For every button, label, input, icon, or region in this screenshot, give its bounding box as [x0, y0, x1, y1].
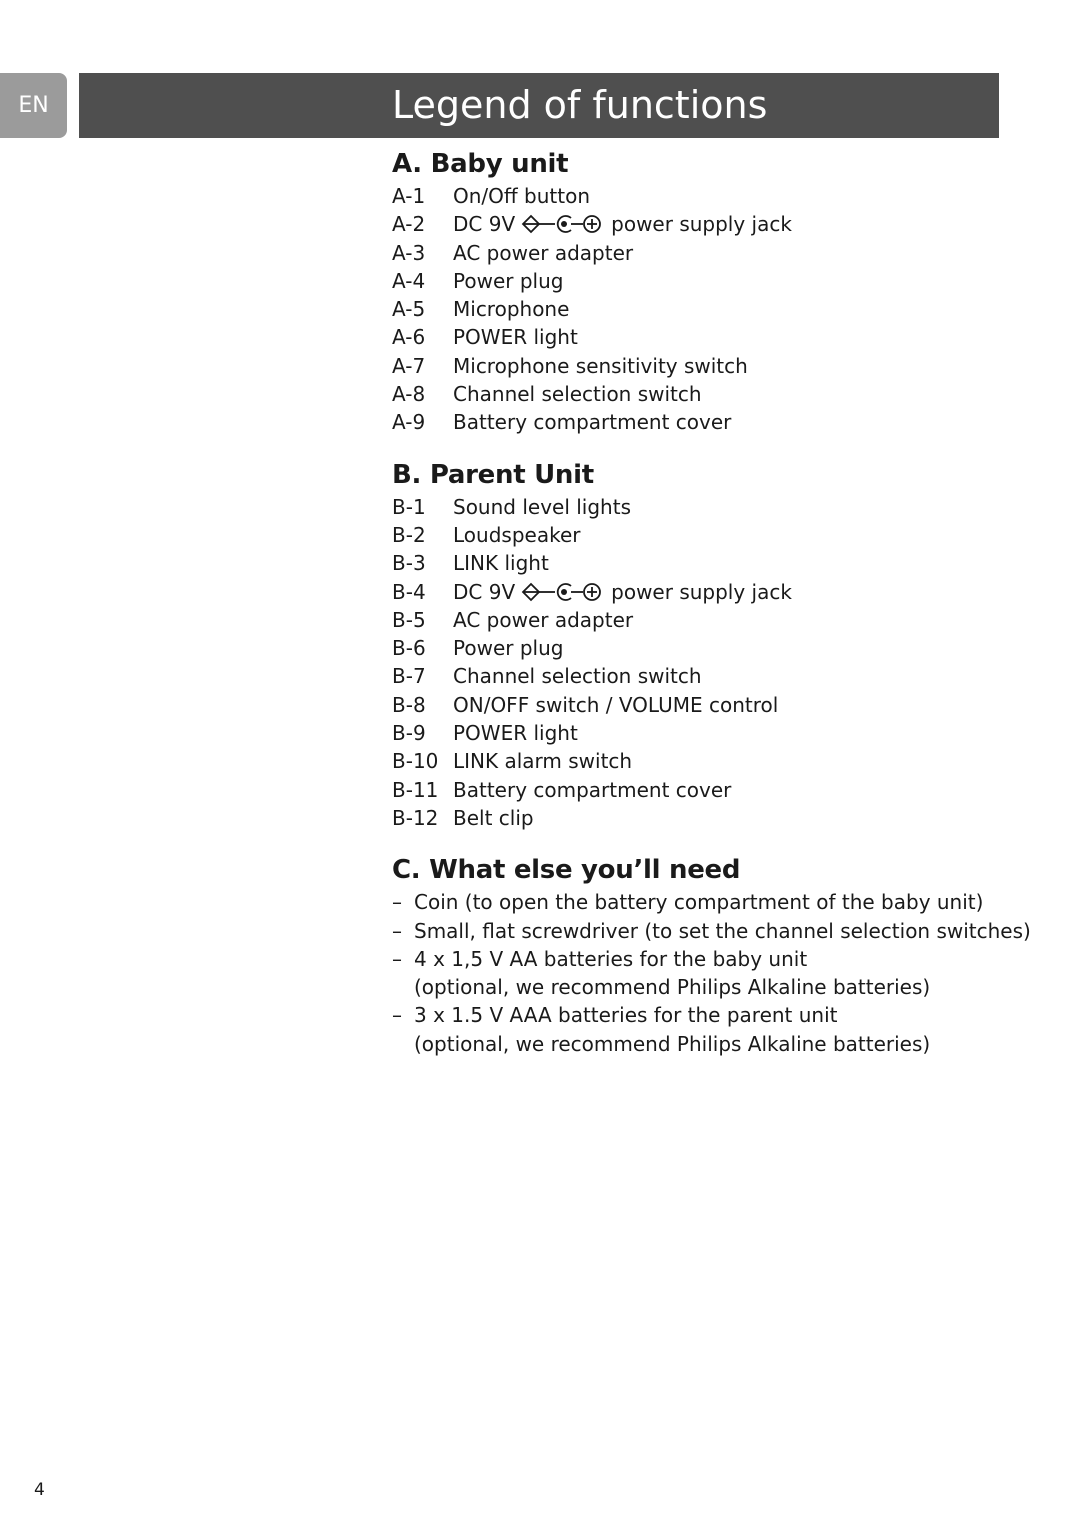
item-code: B-2 — [392, 522, 426, 547]
item-label-suffix: power supply jack — [611, 579, 792, 604]
legend-item: A-4 Power plug — [392, 267, 1032, 295]
item-code: B-9 — [392, 721, 426, 746]
legend-item: A-3 AC power adapter — [392, 239, 1032, 267]
item-label: ON/OFF switch / VOLUME control — [453, 692, 779, 717]
requirement-note: (optional, we recommend Philips Alkaline… — [414, 1031, 931, 1056]
item-code: A-1 — [392, 184, 426, 208]
item-code: A-9 — [392, 410, 426, 435]
item-code: A-8 — [392, 382, 426, 407]
item-code: B-7 — [392, 664, 426, 689]
legend-item: B-2 Loudspeaker — [392, 521, 1032, 549]
legend-item: B-5 AC power adapter — [392, 606, 1032, 634]
dc-polarity-symbol-icon — [521, 215, 602, 234]
legend-item: A-6 POWER light — [392, 323, 1032, 351]
item-code: B-3 — [392, 551, 426, 576]
dc-polarity-symbol-icon — [521, 582, 602, 601]
requirement-item: – Small, flat screwdriver (to set the cha… — [392, 917, 1032, 945]
language-tab: EN — [0, 73, 67, 138]
item-label: Power plug — [453, 268, 564, 293]
legend-item: B-4 DC 9V power supply jack — [392, 578, 1032, 606]
legend-item: B-1 Sound level lights — [392, 493, 1032, 521]
requirement-item: –3 x 1.5 V AAA batteries for the parent … — [392, 1001, 1032, 1029]
legend-item: B-12 Belt clip — [392, 804, 1032, 832]
item-code: A-3 — [392, 240, 426, 265]
legend-item: B-9 POWER light — [392, 719, 1032, 747]
item-label: POWER light — [453, 325, 578, 350]
item-label: AC power adapter — [453, 240, 634, 265]
item-code: B-11 — [392, 777, 439, 802]
bullet-dash: – — [392, 890, 402, 915]
item-label: Belt clip — [453, 805, 534, 830]
item-code: B-10 — [392, 749, 439, 774]
requirement-item: – Coin (to open the battery compartment o… — [392, 888, 1032, 916]
legend-item: B-6 Power plug — [392, 634, 1032, 662]
requirement-text: Small, flat screwdriver (to set the chan… — [414, 918, 1031, 943]
bullet-dash: – — [392, 946, 402, 971]
requirement-item: –4 x 1,5 V AA batteries for the baby uni… — [392, 945, 1032, 973]
legend-item: A-9 Battery compartment cover — [392, 408, 1032, 436]
requirement-text: Coin (to open the battery compartment of… — [414, 890, 984, 915]
legend-item: B-10 LINK alarm switch — [392, 747, 1032, 775]
item-code: B-1 — [392, 494, 426, 519]
item-label: Power plug — [453, 636, 564, 661]
item-label: POWER light — [453, 721, 578, 746]
legend-item: A-7 Microphone sensitivity switch — [392, 352, 1032, 380]
item-label: Channel selection switch — [453, 664, 702, 689]
item-code: A-4 — [392, 268, 426, 293]
item-code: A-5 — [392, 297, 426, 322]
item-label: DC 9V power supply jack — [453, 210, 792, 238]
requirements-list: – Coin (to open the battery compartment o… — [392, 888, 1032, 1058]
item-code: B-8 — [392, 692, 426, 717]
item-label: Sound level lights — [453, 494, 631, 519]
item-label: LINK light — [453, 551, 549, 576]
section-heading: C. What else you’ll need — [392, 855, 741, 886]
item-label: DC 9V power supply jack — [453, 578, 792, 606]
section-baby-unit: A. Baby unit A-1 On/Off button A-2 DC 9V pow… — [392, 146, 1032, 437]
legend-item: A-5 Microphone — [392, 295, 1032, 323]
item-code: B-4 — [392, 579, 426, 604]
item-label: LINK alarm switch — [453, 749, 633, 774]
item-label: Battery compartment cover — [453, 410, 732, 435]
page-title: Legend of functions — [392, 83, 768, 127]
item-label: On/Off button — [453, 184, 591, 208]
bullet-dash: – — [392, 1003, 402, 1028]
page-number: 4 — [34, 1480, 45, 1500]
item-label: AC power adapter — [453, 607, 634, 632]
requirement-text: 3 x 1.5 V AAA batteries for the parent u… — [414, 1003, 838, 1028]
item-code: A-2 — [392, 212, 426, 237]
legend-item: A-8 Channel selection switch — [392, 380, 1032, 408]
item-label-suffix: power supply jack — [611, 212, 792, 237]
item-label-prefix: DC 9V — [453, 212, 516, 237]
item-code: B-5 — [392, 607, 426, 632]
baby-unit-list: A-1 On/Off button A-2 DC 9V power supply jac… — [392, 182, 1032, 437]
item-code: B-12 — [392, 805, 439, 830]
requirement-text: 4 x 1,5 V AA batteries for the baby unit — [414, 946, 808, 971]
section-heading: B. Parent Unit — [392, 459, 594, 490]
section-what-else: C. What else you’ll need – Coin (to open … — [392, 852, 1032, 1058]
section-heading: A. Baby unit — [392, 149, 569, 179]
legend-item: B-7 Channel selection switch — [392, 662, 1032, 690]
bullet-dash: – — [392, 918, 402, 943]
legend-content: A. Baby unit A-1 On/Off button A-2 DC 9V pow… — [392, 146, 1032, 1058]
parent-unit-list: B-1 Sound level lights B-2 Loudspeaker B-3 LI… — [392, 493, 1032, 833]
language-code: EN — [18, 93, 49, 118]
legend-item: B-11 Battery compartment cover — [392, 776, 1032, 804]
item-code: A-6 — [392, 325, 426, 350]
item-label: Channel selection switch — [453, 382, 702, 407]
legend-item: B-8 ON/OFF switch / VOLUME control — [392, 691, 1032, 719]
item-label: Loudspeaker — [453, 522, 581, 547]
item-label-prefix: DC 9V — [453, 579, 516, 604]
legend-item: A-1 On/Off button — [392, 182, 1032, 210]
item-code: A-7 — [392, 353, 426, 378]
item-label: Battery compartment cover — [453, 777, 732, 802]
section-parent-unit: B. Parent Unit B-1 Sound level lights B-2 L… — [392, 457, 1032, 833]
item-label: Microphone — [453, 297, 570, 322]
item-label: Microphone sensitivity switch — [453, 353, 748, 378]
item-code: B-6 — [392, 636, 426, 661]
legend-item: B-3 LINK light — [392, 549, 1032, 577]
title-bar: Legend of functions — [79, 73, 999, 138]
requirement-note: (optional, we recommend Philips Alkaline… — [414, 975, 931, 1000]
legend-item: A-2 DC 9V power supply jack — [392, 210, 1032, 238]
